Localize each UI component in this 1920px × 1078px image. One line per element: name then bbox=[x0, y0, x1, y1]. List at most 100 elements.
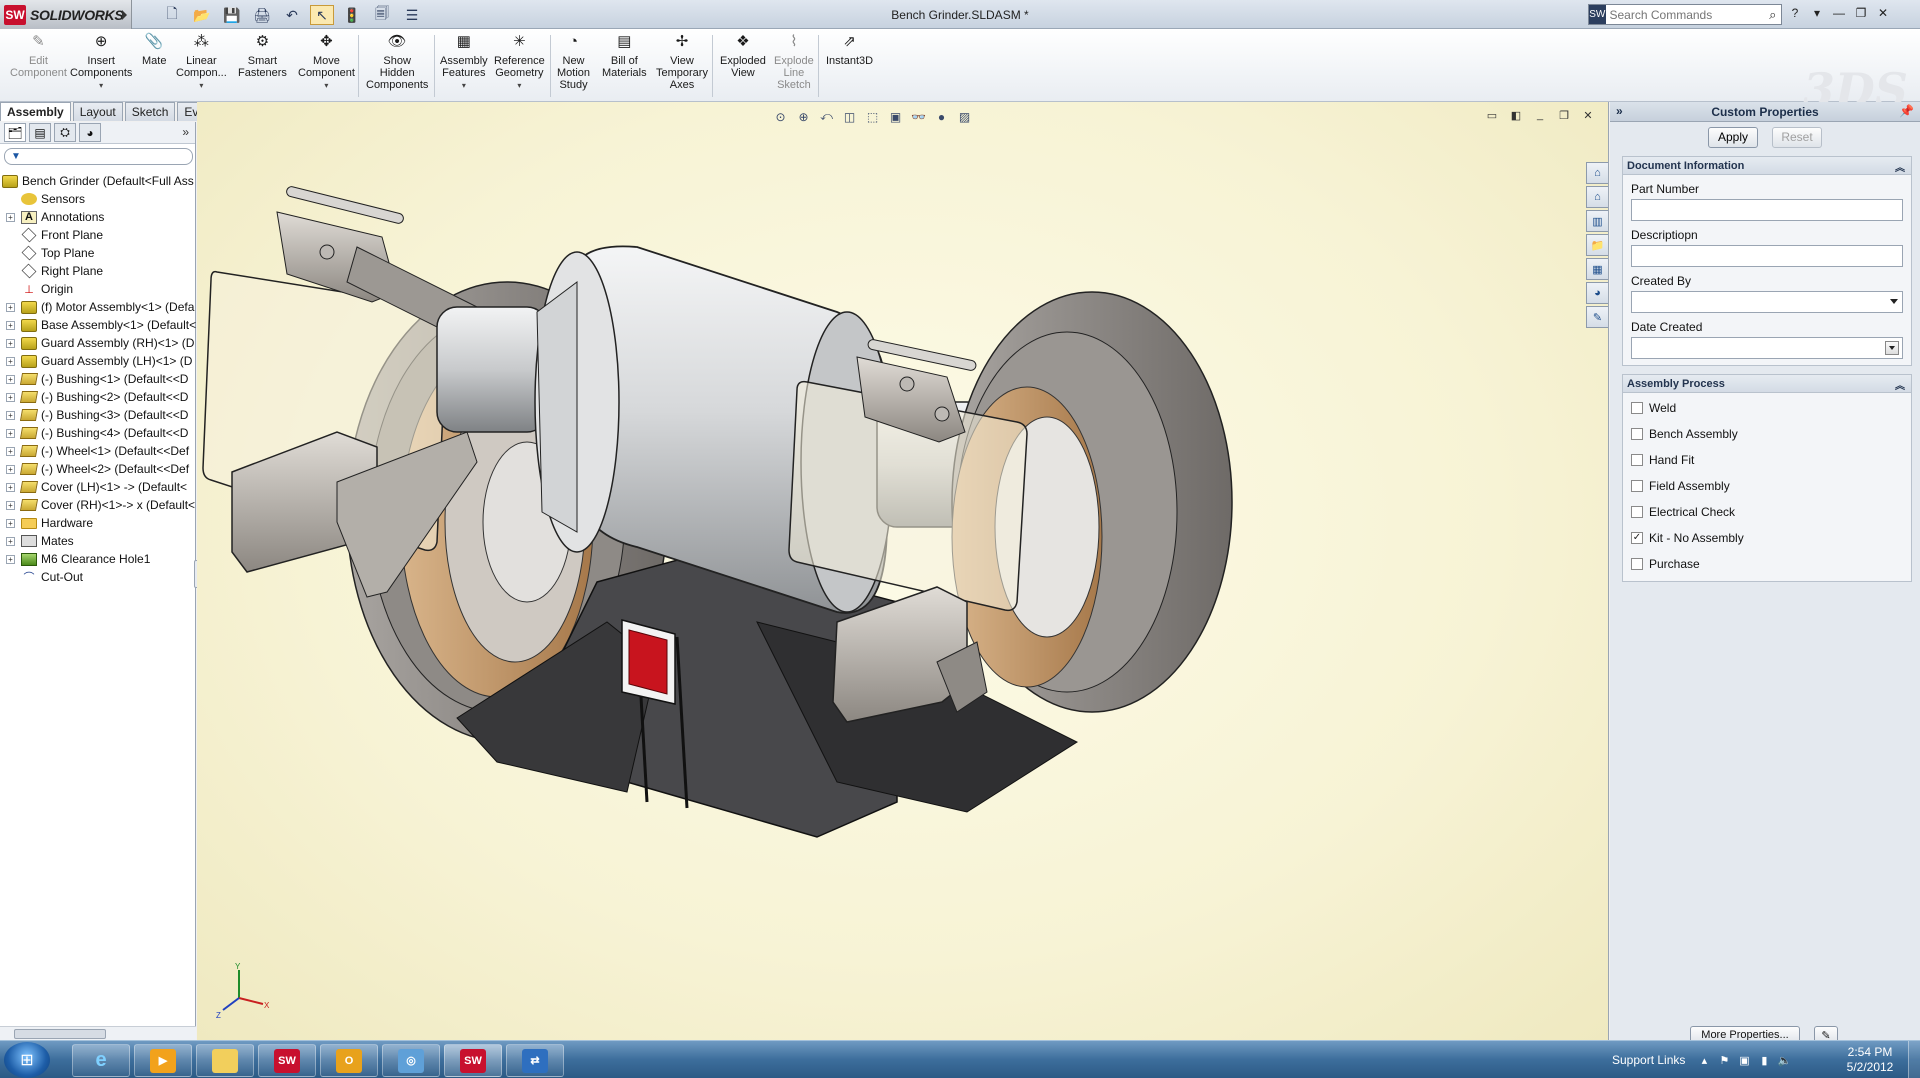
checkbox[interactable] bbox=[1631, 454, 1643, 466]
chevron-down-icon[interactable]: ▾ bbox=[517, 80, 521, 92]
collapse-group-icon[interactable]: ︽ bbox=[1895, 377, 1905, 392]
tree-horizontal-scrollbar[interactable] bbox=[0, 1026, 196, 1040]
group-header[interactable]: Assembly Process ︽ bbox=[1623, 375, 1911, 393]
tree-item[interactable]: + Hardware bbox=[0, 514, 196, 532]
tree-item[interactable]: + (-) Wheel<1> (Default<<Def bbox=[0, 442, 196, 460]
power-switch[interactable] bbox=[621, 619, 676, 705]
doc-close-icon[interactable]: ✕ bbox=[1580, 108, 1596, 122]
insert-components-button[interactable]: ⊕ Insert Components ▾ bbox=[70, 31, 132, 101]
expand-icon[interactable]: + bbox=[6, 410, 15, 420]
search-scope-icon[interactable]: SW bbox=[1589, 5, 1606, 24]
reset-button[interactable]: Reset bbox=[1772, 126, 1822, 148]
expand-icon[interactable]: + bbox=[6, 320, 15, 330]
chevron-down-icon[interactable]: ▾ bbox=[324, 80, 328, 92]
tree-item[interactable]: + M6 Clearance Hole1 bbox=[0, 550, 196, 568]
tree-item[interactable]: + Mates bbox=[0, 532, 196, 550]
tree-item[interactable]: Front Plane bbox=[0, 226, 196, 244]
tree-item[interactable]: + Guard Assembly (RH)<1> (D bbox=[0, 334, 196, 352]
process-option[interactable]: Hand Fit bbox=[1623, 447, 1911, 473]
expand-icon[interactable]: + bbox=[6, 392, 15, 402]
checkbox[interactable] bbox=[1631, 428, 1643, 440]
expand-icon[interactable]: + bbox=[6, 518, 15, 528]
taskbar-solidworks-2[interactable]: SW bbox=[444, 1044, 502, 1077]
move-component-button[interactable]: ✥ Move Component ▾ bbox=[298, 31, 355, 101]
select-icon[interactable]: ↖ bbox=[310, 5, 334, 25]
expand-icon[interactable]: + bbox=[6, 356, 15, 366]
taskbar-remote-app[interactable]: ⇄ bbox=[506, 1044, 564, 1077]
file-properties-icon[interactable]: 🗐 bbox=[370, 5, 394, 25]
tray-app-icon[interactable]: ▣ bbox=[1737, 1054, 1751, 1067]
search-icon[interactable]: ⌕ bbox=[1765, 7, 1782, 23]
volume-icon[interactable]: 🔈 bbox=[1777, 1054, 1792, 1067]
tree-item[interactable]: + (f) Motor Assembly<1> (Defa bbox=[0, 298, 196, 316]
bench-grinder-model[interactable] bbox=[197, 102, 1577, 1040]
expand-icon[interactable]: + bbox=[6, 374, 15, 384]
show-hidden-button[interactable]: 👁 Show Hidden Components bbox=[366, 31, 428, 101]
tree-item[interactable]: Top Plane bbox=[0, 244, 196, 262]
explode-line-button[interactable]: ⌇ Explode Line Sketch bbox=[774, 31, 814, 101]
options-icon[interactable]: ☰ bbox=[400, 5, 424, 25]
tree-root[interactable]: Bench Grinder (Default<Full Ass bbox=[0, 172, 196, 190]
description-field[interactable] bbox=[1631, 245, 1903, 267]
tree-item[interactable]: + Cover (LH)<1> -> (Default< bbox=[0, 478, 196, 496]
design-library-tab-icon[interactable]: ▥ bbox=[1586, 210, 1608, 232]
open-icon[interactable]: 📂 bbox=[190, 5, 214, 25]
tree-item[interactable]: + (-) Bushing<2> (Default<<D bbox=[0, 388, 196, 406]
temporary-axes-button[interactable]: ✢ View Temporary Axes bbox=[656, 31, 708, 101]
smart-fasteners-button[interactable]: ⚙ Smart Fasteners bbox=[238, 31, 287, 101]
collapse-panel-icon[interactable]: » bbox=[182, 125, 189, 139]
appearances-tab-icon[interactable]: ◕ bbox=[1586, 282, 1608, 304]
tree-item[interactable]: Right Plane bbox=[0, 262, 196, 280]
expand-icon[interactable]: + bbox=[6, 536, 15, 546]
tree-item[interactable]: ⌒ Cut-Out bbox=[0, 568, 196, 586]
tab-layout[interactable]: Layout bbox=[72, 102, 123, 121]
rebuild-icon[interactable]: 🚦 bbox=[340, 5, 364, 25]
tree-item[interactable]: Sensors bbox=[0, 190, 196, 208]
process-option[interactable]: Weld bbox=[1623, 395, 1911, 421]
pin-icon[interactable]: 📌 bbox=[1899, 104, 1914, 118]
chevron-down-icon[interactable]: ▾ bbox=[99, 80, 103, 92]
tree-item[interactable]: + A Annotations bbox=[0, 208, 196, 226]
graphics-area[interactable]: ⊙ ⊕ ⤺ ◫ ⬚ ▣ 👓 ● ▨ ▭ ◧ _ ❐ ✕ ⌂ ⌂ ▥ 📁 ▦ ◕ … bbox=[197, 102, 1609, 1040]
instant3d-button[interactable]: ⇗ Instant3D bbox=[826, 31, 873, 101]
process-option[interactable]: Purchase bbox=[1623, 551, 1911, 577]
help-icon[interactable]: ? bbox=[1786, 4, 1804, 22]
feature-manager-tab-icon[interactable]: 🗂 bbox=[4, 123, 26, 142]
tree-item[interactable]: + (-) Bushing<1> (Default<<D bbox=[0, 370, 196, 388]
mate-button[interactable]: 📎 Mate bbox=[142, 31, 166, 101]
filter-icon[interactable]: ▼ bbox=[11, 151, 21, 162]
process-option[interactable]: Bench Assembly bbox=[1623, 421, 1911, 447]
taskbar-clock[interactable]: 2:54 PM 5/2/2012 bbox=[1836, 1045, 1904, 1075]
minimize-icon[interactable]: — bbox=[1830, 4, 1848, 22]
checkbox[interactable] bbox=[1631, 506, 1643, 518]
created-by-select[interactable] bbox=[1631, 291, 1903, 313]
new-icon[interactable]: 🗋 bbox=[160, 5, 184, 25]
motion-study-button[interactable]: ◔ New Motion Study bbox=[557, 31, 590, 101]
tree-item[interactable]: + Base Assembly<1> (Default< bbox=[0, 316, 196, 334]
checkbox[interactable]: ✓ bbox=[1631, 532, 1643, 544]
exploded-view-button[interactable]: ❖ Exploded View bbox=[720, 31, 766, 101]
group-header[interactable]: Document Information ︽ bbox=[1623, 157, 1911, 175]
date-created-picker[interactable] bbox=[1631, 337, 1903, 359]
custom-properties-tab-icon[interactable]: ✎ bbox=[1586, 306, 1608, 328]
help-dropdown-icon[interactable]: ▾ bbox=[1808, 4, 1826, 22]
tree-item[interactable]: + Guard Assembly (LH)<1> (D bbox=[0, 352, 196, 370]
tab-sketch[interactable]: Sketch bbox=[124, 102, 176, 121]
pane-expand-icon[interactable]: » bbox=[1616, 104, 1623, 118]
collapse-group-icon[interactable]: ︽ bbox=[1895, 159, 1905, 174]
solidworks-menu-button[interactable]: SW SOLIDWORKS bbox=[0, 0, 132, 29]
process-option[interactable]: Field Assembly bbox=[1623, 473, 1911, 499]
undo-icon[interactable]: ↶ bbox=[280, 5, 304, 25]
tray-flag-icon[interactable]: ⚑ bbox=[1717, 1054, 1731, 1067]
checkbox[interactable] bbox=[1631, 558, 1643, 570]
file-explorer-tab-icon[interactable]: 📁 bbox=[1586, 234, 1608, 256]
chevron-down-icon[interactable]: ▾ bbox=[199, 80, 203, 92]
reference-geometry-button[interactable]: ✳ Reference Geometry ▾ bbox=[494, 31, 545, 101]
expand-icon[interactable]: + bbox=[6, 338, 15, 348]
bom-button[interactable]: ▤ Bill of Materials bbox=[602, 31, 647, 101]
close-icon[interactable]: ✕ bbox=[1874, 4, 1892, 22]
expand-icon[interactable]: + bbox=[6, 446, 15, 456]
taskbar-solidworks-1[interactable]: SW bbox=[258, 1044, 316, 1077]
expand-icon[interactable]: + bbox=[6, 464, 15, 474]
taskbar-explorer[interactable] bbox=[196, 1044, 254, 1077]
